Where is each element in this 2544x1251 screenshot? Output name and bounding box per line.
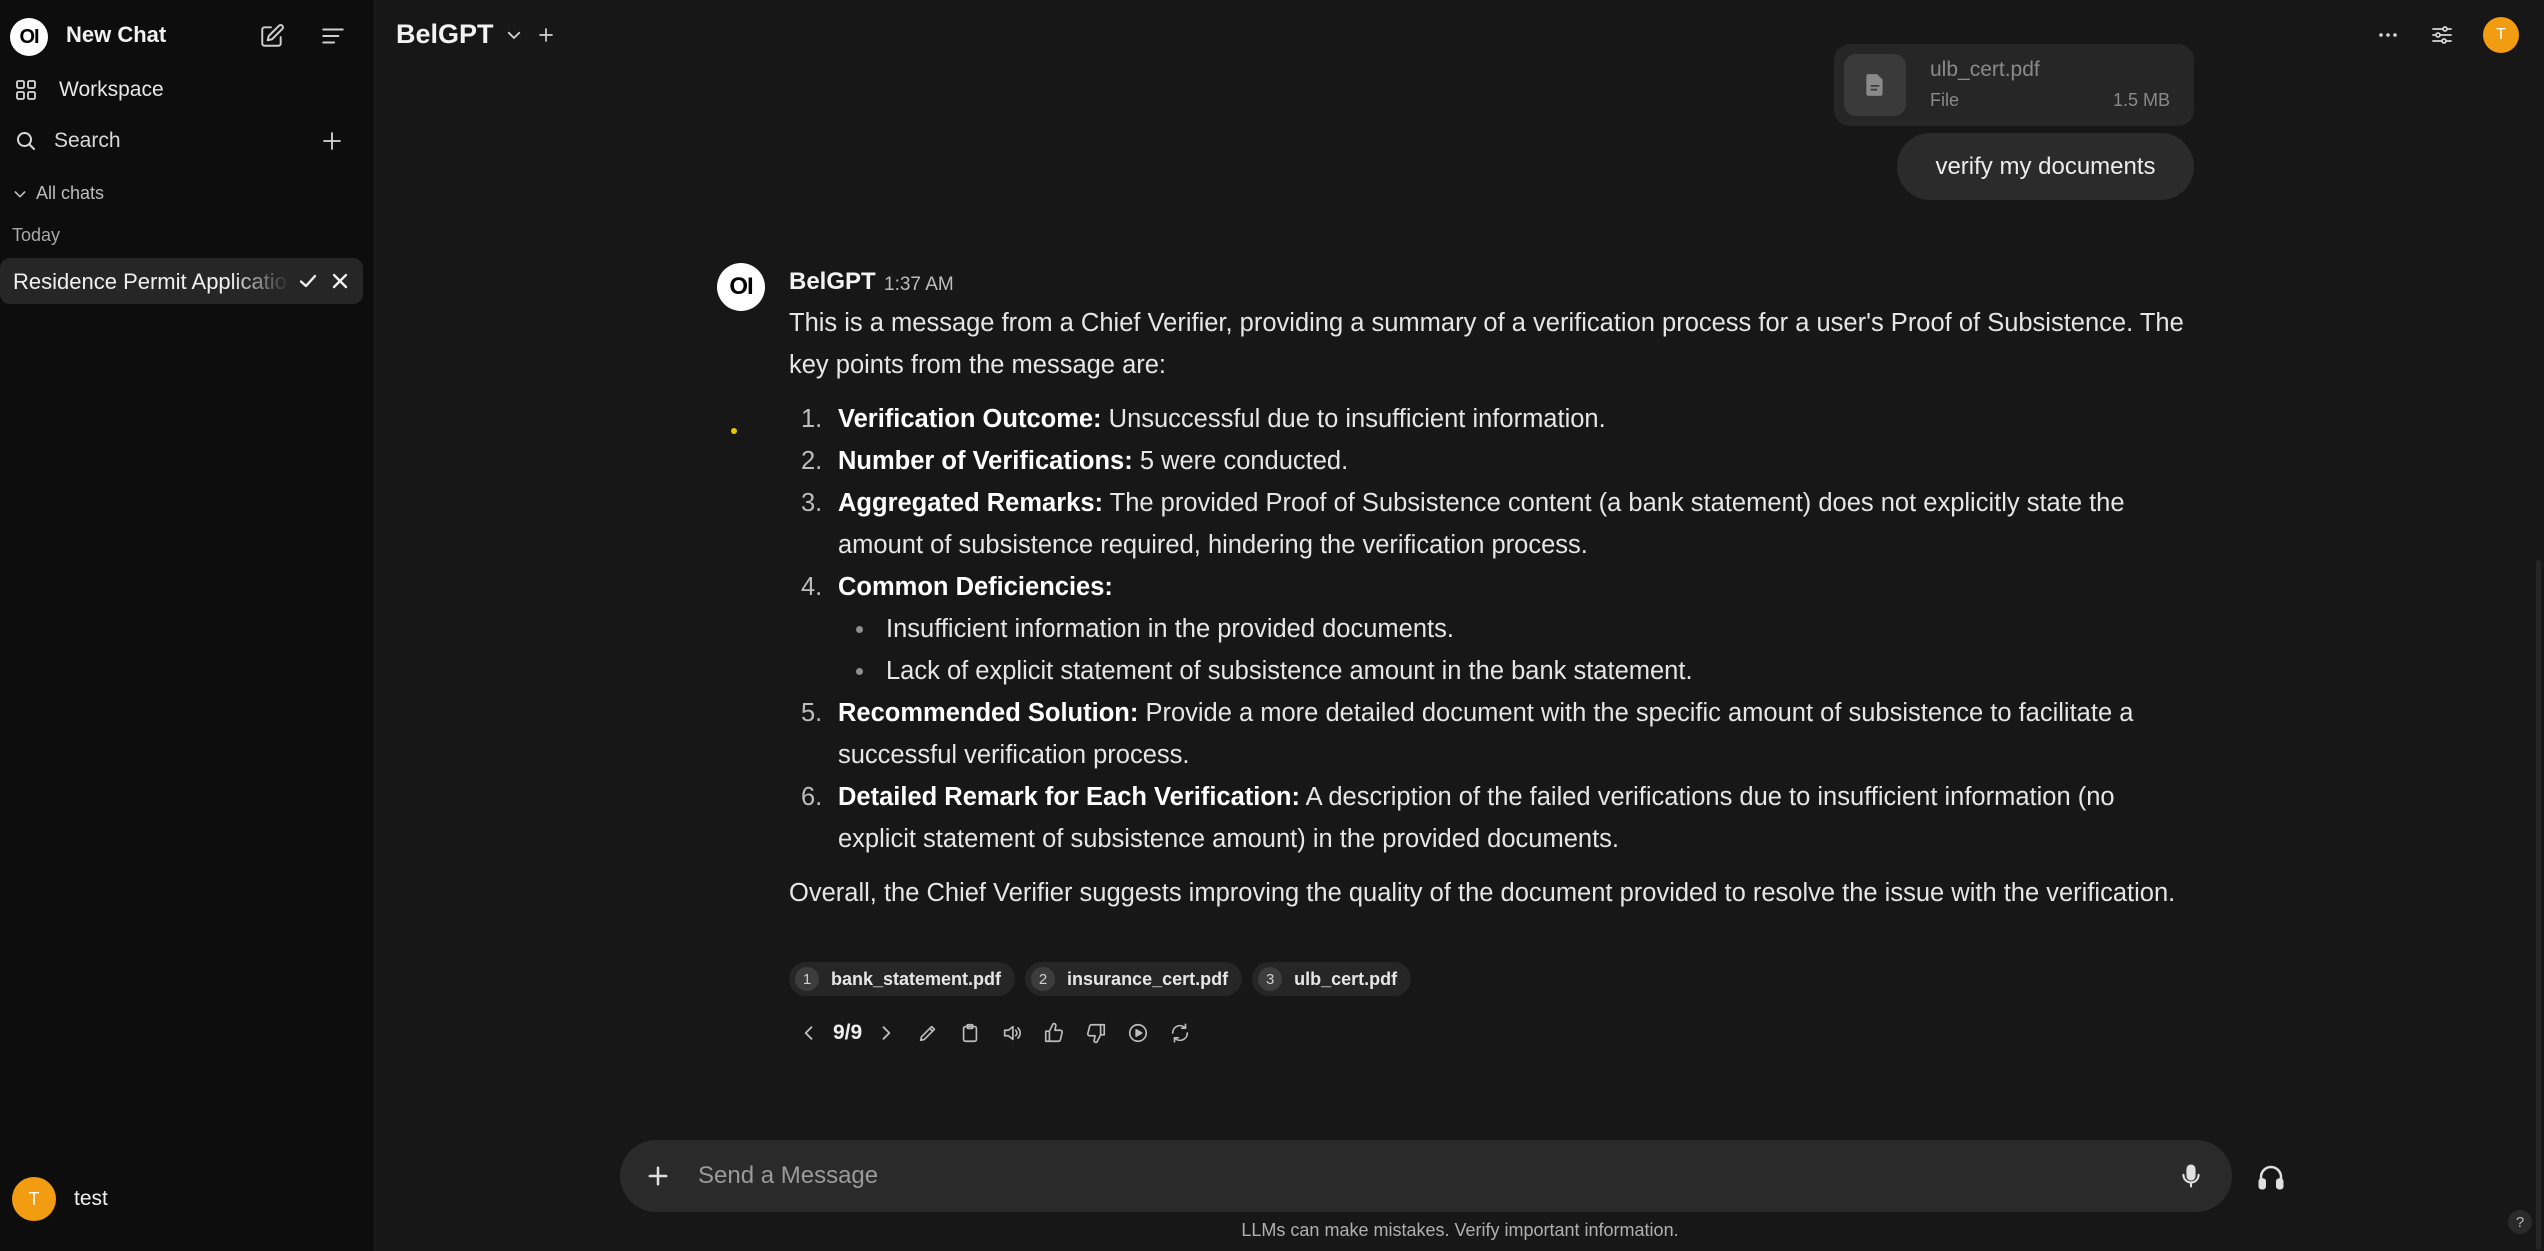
user-menu[interactable]: T test	[12, 1176, 108, 1222]
list-number: 1.	[801, 405, 823, 433]
point-label: Recommended Solution:	[838, 699, 1139, 727]
all-chats-label: All chats	[36, 183, 105, 203]
edit-pencil-icon[interactable]	[916, 1021, 940, 1045]
sidebar-menu-icon[interactable]	[315, 18, 351, 54]
citation-file: insurance_cert.pdf	[1067, 968, 1229, 989]
chevron-down-icon[interactable]	[500, 21, 528, 49]
chevron-down-icon	[12, 186, 28, 202]
point-label: Aggregated Remarks:	[838, 489, 1103, 517]
citation-number: 2	[1031, 967, 1056, 991]
disclaimer-text: LLMs can make mistakes. Verify important…	[1241, 1220, 1679, 1240]
list-number: 5.	[801, 699, 823, 727]
list-number: 3.	[801, 489, 823, 517]
attachment-file-size: 1.5 MB	[2112, 90, 2170, 110]
sidebar-header: OI New Chat	[0, 14, 375, 58]
user-avatar[interactable]: T	[12, 1177, 56, 1221]
new-chat-edit-icon[interactable]	[254, 18, 290, 54]
message-outro: Overall, the Chief Verifier suggests imp…	[789, 879, 2176, 907]
list-item: 6. Detailed Remark for Each Verification…	[789, 776, 2189, 860]
assistant-message-content: This is a message from a Chief Verifier,…	[789, 302, 2189, 914]
all-chats-toggle[interactable]: All chats	[12, 183, 104, 204]
read-aloud-speaker-icon[interactable]	[1000, 1021, 1024, 1045]
message-intro: This is a message from a Chief Verifier,…	[789, 309, 2184, 379]
previous-response-chevron-left-icon[interactable]	[797, 1021, 821, 1045]
attachment-file-type: File	[1930, 90, 1960, 110]
list-number: 2.	[801, 447, 823, 475]
voice-mode-headphones-icon[interactable]	[2256, 1162, 2286, 1192]
date-group-today: Today	[12, 225, 61, 245]
citation-chip[interactable]: 1 bank_statement.pdf	[789, 962, 1016, 996]
key-points-list: 1. Verification Outcome: Unsuccessful du…	[789, 398, 2189, 860]
help-button[interactable]: ?	[2508, 1210, 2532, 1234]
file-document-icon	[1844, 54, 1906, 116]
cancel-rename-close-icon[interactable]	[328, 269, 352, 293]
chat-header: BelGPT T	[376, 0, 2544, 70]
message-actions: 9/9	[797, 1018, 1192, 1048]
response-pager: 9/9	[833, 1021, 863, 1044]
workspace-grid-icon	[14, 78, 38, 102]
user-message-bubble: verify my documents	[1897, 133, 2194, 200]
thumbs-down-icon[interactable]	[1084, 1021, 1108, 1045]
next-response-chevron-right-icon[interactable]	[874, 1021, 898, 1045]
list-item: Lack of explicit statement of subsistenc…	[838, 650, 2189, 692]
microphone-icon[interactable]	[2177, 1162, 2205, 1190]
list-item: 3. Aggregated Remarks: The provided Proo…	[789, 482, 2189, 566]
citation-file: bank_statement.pdf	[831, 968, 1002, 989]
chat-scrollbar[interactable]	[2536, 560, 2541, 1250]
attach-plus-icon[interactable]	[644, 1162, 672, 1190]
list-item: Insufficient information in the provided…	[838, 608, 2189, 650]
continue-play-icon[interactable]	[1126, 1021, 1150, 1045]
sidebar-search[interactable]: Search	[0, 119, 375, 163]
message-composer	[620, 1140, 2232, 1212]
chat-title-fade	[230, 258, 290, 304]
more-options-icon[interactable]	[2374, 21, 2402, 49]
assistant-name: BelGPT	[789, 268, 876, 295]
deficiencies-list: Insufficient information in the provided…	[838, 608, 2189, 692]
search-icon	[14, 129, 38, 153]
citation-number: 3	[1258, 967, 1283, 991]
add-model-plus-icon[interactable]	[532, 21, 560, 49]
point-label: Verification Outcome:	[838, 405, 1102, 433]
header-user-avatar[interactable]: T	[2483, 17, 2519, 53]
point-label: Common Deficiencies:	[838, 573, 1113, 601]
status-dot	[731, 428, 737, 434]
message-timestamp: 1:37 AM	[884, 274, 954, 295]
list-number: 6.	[801, 783, 823, 811]
new-chat-label[interactable]: New Chat	[66, 22, 166, 48]
copy-clipboard-icon[interactable]	[958, 1021, 982, 1045]
user-name: test	[74, 1187, 108, 1210]
confirm-rename-check-icon[interactable]	[296, 269, 320, 293]
app-logo[interactable]: OI	[10, 18, 48, 56]
new-folder-plus-icon[interactable]	[320, 129, 344, 153]
thumbs-up-icon[interactable]	[1042, 1021, 1066, 1045]
assistant-avatar: OI	[717, 263, 765, 311]
citation-chip[interactable]: 2 insurance_cert.pdf	[1025, 962, 1243, 996]
list-item: 5. Recommended Solution: Provide a more …	[789, 692, 2189, 776]
citations-row: 1 bank_statement.pdf 2 insurance_cert.pd…	[789, 962, 1412, 996]
list-item: 2. Number of Verifications: 5 were condu…	[789, 440, 2189, 482]
controls-sliders-icon[interactable]	[2428, 21, 2456, 49]
regenerate-refresh-icon[interactable]	[1168, 1021, 1192, 1045]
attachment-file-name: ulb_cert.pdf	[1930, 58, 2040, 81]
workspace-label: Workspace	[59, 78, 164, 101]
point-label: Detailed Remark for Each Verification:	[838, 783, 1300, 811]
list-item: 4. Common Deficiencies: Insufficient inf…	[789, 566, 2189, 692]
point-text: 5 were conducted.	[1132, 447, 1349, 475]
list-item: 1. Verification Outcome: Unsuccessful du…	[789, 398, 2189, 440]
model-selector-label[interactable]: BelGPT	[396, 19, 494, 50]
sidebar: OI New Chat Workspace Search All chats T…	[0, 0, 375, 1251]
citation-number: 1	[795, 967, 819, 991]
sidebar-item-workspace[interactable]: Workspace	[0, 68, 375, 112]
point-text: Unsuccessful due to insufficient informa…	[1101, 405, 1606, 433]
message-input[interactable]	[698, 1158, 2098, 1194]
chat-list-item[interactable]: Residence Permit Application	[0, 258, 363, 304]
citation-file: ulb_cert.pdf	[1294, 968, 1398, 989]
attachment-file-card[interactable]: ulb_cert.pdf File 1.5 MB	[1834, 44, 2194, 126]
search-label: Search	[54, 129, 121, 152]
list-number: 4.	[801, 573, 823, 601]
point-label: Number of Verifications:	[838, 447, 1133, 475]
citation-chip[interactable]: 3 ulb_cert.pdf	[1252, 962, 1412, 996]
